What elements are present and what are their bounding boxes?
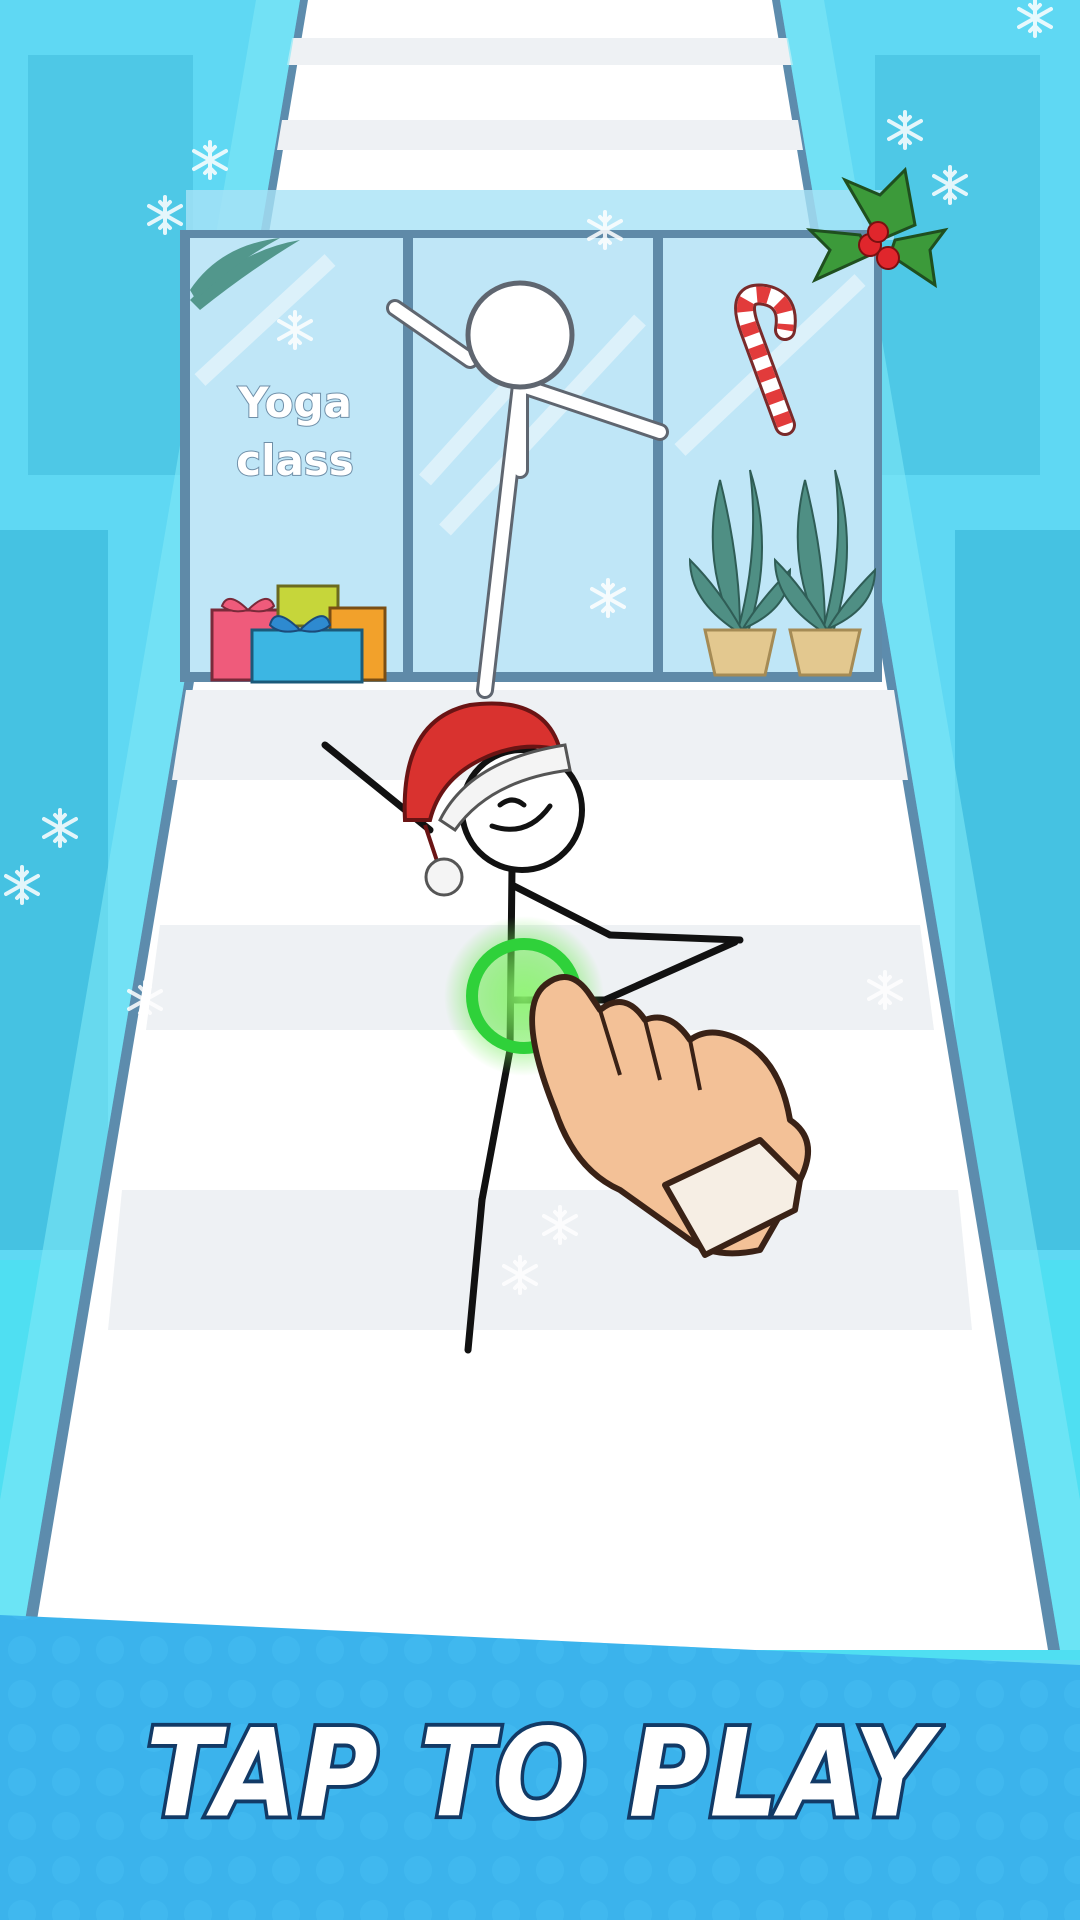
left-wall-panel <box>28 55 193 475</box>
game-screen[interactable]: Yoga class TAP TO PLAY <box>0 0 1080 1920</box>
sign-line-2: class <box>235 435 355 486</box>
game-scene <box>0 0 1080 1920</box>
tap-to-play-button[interactable]: TAP TO PLAY <box>0 1701 1080 1849</box>
yoga-class-sign: Yoga class <box>190 374 400 490</box>
sign-line-1: Yoga <box>237 377 353 428</box>
